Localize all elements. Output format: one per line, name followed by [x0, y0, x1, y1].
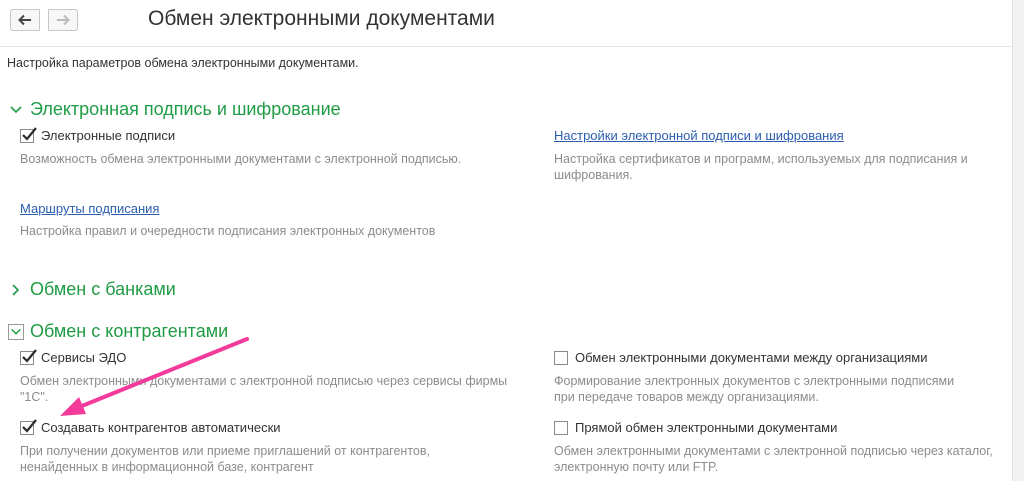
annotation-arrow-icon	[60, 337, 249, 416]
